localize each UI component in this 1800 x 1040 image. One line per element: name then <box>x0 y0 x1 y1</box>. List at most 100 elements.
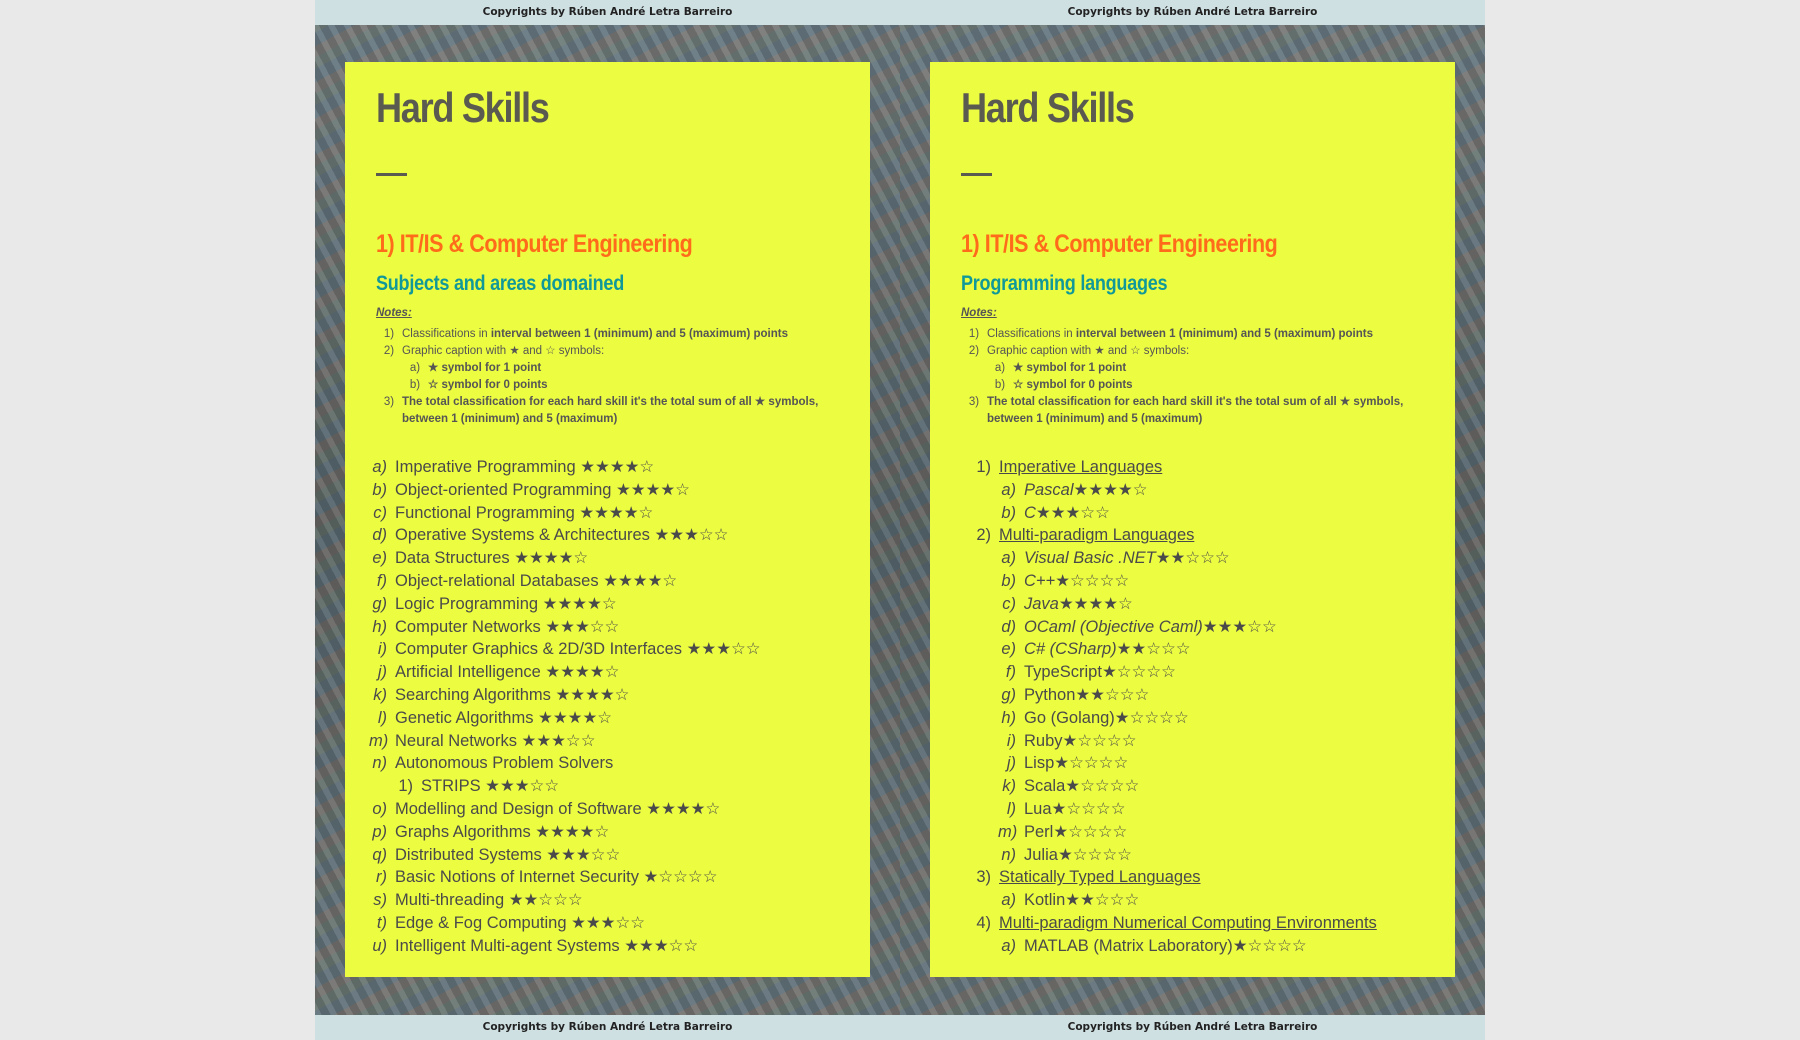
language-item: e) C# (CSharp) ★★☆☆☆ <box>954 638 1454 661</box>
section-heading: 1) IT/IS & Computer Engineering <box>376 230 693 258</box>
language-label: b) <box>1001 503 1016 522</box>
note-number: 3) <box>968 396 980 408</box>
language-item: k) Scala ★☆☆☆☆ <box>954 775 1454 798</box>
language-label: l) <box>1006 799 1016 818</box>
skill-item: e) Data Structures ★★★★☆ <box>369 547 869 570</box>
group-name: Imperative Languages <box>999 458 1163 476</box>
skill-item: k) Searching Algorithms ★★★★☆ <box>369 684 869 707</box>
skill-item: f) Object-relational Databases ★★★★☆ <box>369 570 869 593</box>
language-label: g) <box>1001 685 1016 704</box>
note-text-bold: interval between 1 (minimum) and 5 (maxi… <box>1075 328 1373 340</box>
skill-item: q) Distributed Systems ★★★☆☆ <box>369 844 869 867</box>
skill-text: Functional Programming ★★★★☆ <box>395 503 654 522</box>
group-number: 1) <box>976 458 991 476</box>
notes-block: Notes: 1) Classifications in interval be… <box>376 305 856 428</box>
left-top-copyright: Copyrights by Rúben André Letra Barreiro <box>315 0 900 25</box>
note-text: Graphic caption with ★ and ☆ symbols: <box>987 345 1190 357</box>
group-name: Statically Typed Languages <box>999 868 1201 887</box>
skill-sub-number: 1) <box>398 777 413 796</box>
language-label: n) <box>1001 845 1016 864</box>
skill-label: t) <box>376 913 387 932</box>
note-text-bold: interval between 1 (minimum) and 5 (maxi… <box>490 328 788 340</box>
skill-item: p) Graphs Algorithms ★★★★☆ <box>369 821 869 844</box>
language-label: a) <box>1001 480 1016 499</box>
skill-text: Computer Networks ★★★☆☆ <box>395 617 620 636</box>
note-text-plain: Classifications in <box>987 328 1076 340</box>
skill-item: g) Logic Programming ★★★★☆ <box>369 593 869 616</box>
group-number: 4) <box>976 913 991 932</box>
skill-label: b) <box>372 480 387 499</box>
rating-stars: ★★★★☆ <box>1073 480 1148 499</box>
skills-list: a) Imperative Programming ★★★★☆ b) Object-o… <box>369 456 869 958</box>
rating-stars: ★☆☆☆☆ <box>1062 731 1137 750</box>
language-label: f) <box>1005 663 1016 682</box>
skill-item: h) Computer Networks ★★★☆☆ <box>369 616 869 639</box>
language-item: a) Visual Basic .NET ★★☆☆☆ <box>954 547 1454 570</box>
subsection-heading: Programming languages <box>961 272 1168 295</box>
language-label: e) <box>1001 640 1016 659</box>
rating-stars: ★☆☆☆☆ <box>1114 708 1189 727</box>
note-item: 1) Classifications in interval between 1… <box>376 326 856 343</box>
skill-text: Searching Algorithms ★★★★☆ <box>395 685 630 704</box>
section-heading: 1) IT/IS & Computer Engineering <box>961 230 1278 258</box>
skill-item: i) Computer Graphics & 2D/3D Interfaces ★… <box>369 638 869 661</box>
skill-text: Basic Notions of Internet Security ★☆☆☆☆ <box>395 868 718 887</box>
right-content-card: Hard Skills 1) IT/IS & Computer Engineer… <box>930 62 1455 977</box>
skill-text: Logic Programming ★★★★☆ <box>395 594 617 613</box>
note-sub-text: ☆ symbol for 0 points <box>428 379 548 391</box>
language-name: Lua <box>1024 799 1052 818</box>
rating-stars: ★★★☆☆ <box>1202 617 1277 636</box>
note-text: Graphic caption with ★ and ☆ symbols: <box>402 345 605 357</box>
language-item: n) Julia ★☆☆☆☆ <box>954 844 1454 867</box>
note-sub-number: a) <box>409 362 421 374</box>
rating-stars: ★★☆☆☆ <box>1075 685 1150 704</box>
skill-item: a) Imperative Programming ★★★★☆ <box>369 456 869 479</box>
skill-item: n) Autonomous Problem Solvers <box>369 752 869 775</box>
rating-stars: ★★★★☆ <box>1058 594 1133 613</box>
note-sub-text: ☆ symbol for 0 points <box>1013 379 1133 391</box>
language-item: a) Pascal ★★★★☆ <box>954 479 1454 502</box>
skill-text: Neural Networks ★★★☆☆ <box>395 731 596 750</box>
skill-label: a) <box>372 458 387 476</box>
skill-label: h) <box>372 617 387 636</box>
note-number: 1) <box>383 328 395 340</box>
skill-item: c) Functional Programming ★★★★☆ <box>369 502 869 525</box>
skill-label: r) <box>376 868 387 887</box>
language-name: Visual Basic .NET <box>1024 549 1156 568</box>
skill-text: Modelling and Design of Software ★★★★☆ <box>395 799 721 818</box>
skill-item: j) Artificial Intelligence ★★★★☆ <box>369 661 869 684</box>
language-name: Lisp <box>1024 754 1055 773</box>
note-text: Classifications in interval between 1 (m… <box>987 326 1373 343</box>
skill-label: f) <box>376 571 387 590</box>
rating-stars: ★☆☆☆☆ <box>1057 845 1132 864</box>
skill-text: Genetic Algorithms ★★★★☆ <box>395 708 613 727</box>
note-sub-text: ★ symbol for 1 point <box>1013 362 1127 374</box>
skill-item: u) Intelligent Multi-agent Systems ★★★☆☆ <box>369 935 869 958</box>
note-subitem: a) ★ symbol for 1 point <box>376 360 856 377</box>
language-label: h) <box>1001 708 1016 727</box>
note-sub-number: b) <box>994 379 1006 391</box>
language-label: i) <box>1006 731 1016 750</box>
skill-text: Object-oriented Programming ★★★★☆ <box>395 480 690 499</box>
language-name: MATLAB (Matrix Laboratory) <box>1024 936 1233 955</box>
skill-label: g) <box>372 594 387 613</box>
skill-label: d) <box>372 526 387 545</box>
languages-list: 1) Imperative Languages a) Pascal ★★★★☆ b) C … <box>954 456 1454 958</box>
language-group: 4) Multi-paradigm Numerical Computing Env… <box>954 912 1454 935</box>
document-spread: Copyrights by Rúben André Letra Barreiro… <box>315 0 1485 1040</box>
skill-label: n) <box>372 754 387 773</box>
group-name: Multi-paradigm Numerical Computing Envir… <box>999 913 1377 932</box>
rating-stars: ★★☆☆☆ <box>1065 891 1140 910</box>
skill-item: m) Neural Networks ★★★☆☆ <box>369 730 869 753</box>
language-label: a) <box>1001 549 1016 568</box>
language-item: c) Java ★★★★☆ <box>954 593 1454 616</box>
language-label: a) <box>1001 936 1016 955</box>
title-divider <box>961 173 992 176</box>
note-sub-number: b) <box>409 379 421 391</box>
language-group: 2) Multi-paradigm Languages <box>954 524 1454 547</box>
language-item: d) OCaml (Objective Caml) ★★★☆☆ <box>954 616 1454 639</box>
skill-sub-text: STRIPS ★★★☆☆ <box>421 777 560 796</box>
rating-stars: ★☆☆☆☆ <box>1055 571 1130 590</box>
language-item: a) Kotlin ★★☆☆☆ <box>954 889 1454 912</box>
language-item: f) TypeScript ★☆☆☆☆ <box>954 661 1454 684</box>
